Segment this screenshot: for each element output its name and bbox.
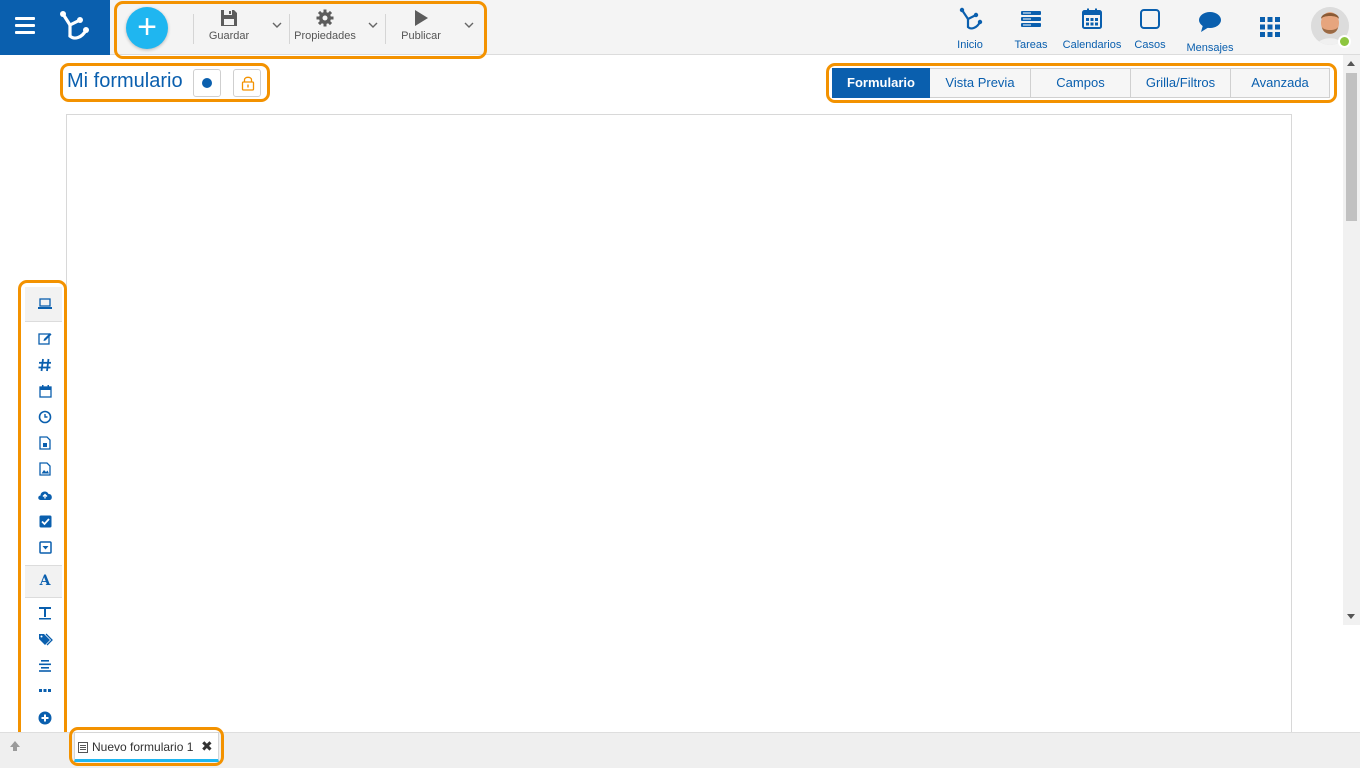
save-button[interactable]: Guardar	[206, 9, 252, 42]
nav-inicio[interactable]: Inicio	[950, 7, 990, 51]
tab-avanzada[interactable]: Avanzada	[1231, 68, 1330, 98]
tab-campos[interactable]: Campos	[1031, 68, 1131, 98]
toolbar-separator	[289, 14, 290, 44]
collapse-up-icon[interactable]	[9, 740, 21, 752]
nav-mensajes[interactable]: Mensajes	[1185, 10, 1235, 54]
apps-grid-icon[interactable]	[1260, 17, 1280, 37]
view-tabs: Formulario Vista Previa Campos Grilla/Fi…	[832, 68, 1330, 98]
nav-tareas-label: Tareas	[1014, 39, 1048, 51]
tab-grilla-filtros[interactable]: Grilla/Filtros	[1131, 68, 1231, 98]
properties-dropdown-chevron-icon[interactable]	[367, 19, 379, 31]
calendar-icon	[1082, 8, 1102, 29]
status-button[interactable]	[193, 69, 221, 97]
save-icon	[221, 10, 237, 26]
play-icon	[415, 10, 428, 26]
nav-calendarios[interactable]: Calendarios	[1061, 7, 1123, 51]
publish-label: Publicar	[401, 30, 441, 42]
lock-button[interactable]	[233, 69, 261, 97]
message-icon	[1199, 12, 1221, 32]
gear-icon	[316, 9, 334, 27]
lock-icon	[241, 76, 255, 91]
nav-calendarios-label: Calendarios	[1062, 39, 1122, 51]
tab-formulario[interactable]: Formulario	[832, 68, 930, 98]
nav-inicio-label: Inicio	[957, 39, 983, 51]
vertical-scrollbar[interactable]	[1343, 55, 1360, 625]
scroll-down-icon[interactable]	[1347, 614, 1355, 619]
properties-label: Propiedades	[294, 30, 356, 42]
form-canvas[interactable]	[66, 114, 1292, 754]
tab-vista-previa[interactable]: Vista Previa	[930, 68, 1031, 98]
toolbar-separator	[385, 14, 386, 44]
online-status-badge	[1338, 35, 1351, 48]
page-title[interactable]: Mi formulario	[67, 70, 183, 93]
nav-casos[interactable]: Casos	[1132, 7, 1168, 51]
publish-button[interactable]: Publicar	[398, 9, 444, 42]
logo-icon[interactable]	[56, 10, 90, 42]
publish-dropdown-chevron-icon[interactable]	[463, 19, 475, 31]
hamburger-menu-icon[interactable]	[15, 17, 35, 35]
brand-area	[0, 0, 110, 55]
tasks-icon	[1021, 11, 1041, 27]
nav-mensajes-label: Mensajes	[1186, 42, 1234, 54]
save-dropdown-chevron-icon[interactable]	[271, 19, 283, 31]
nav-tareas[interactable]: Tareas	[1011, 7, 1051, 51]
status-dot-icon	[202, 78, 212, 88]
scroll-thumb[interactable]	[1346, 73, 1357, 221]
palette-highlight	[18, 280, 67, 766]
save-label: Guardar	[208, 30, 250, 42]
add-button[interactable]: +	[126, 7, 168, 49]
network-icon	[959, 7, 983, 30]
toolbar-separator	[193, 14, 194, 44]
nav-casos-label: Casos	[1134, 39, 1166, 51]
scroll-up-icon[interactable]	[1347, 61, 1355, 66]
cases-icon	[1140, 9, 1160, 29]
properties-button[interactable]: Propiedades	[292, 9, 358, 42]
document-tab-highlight	[69, 727, 224, 766]
